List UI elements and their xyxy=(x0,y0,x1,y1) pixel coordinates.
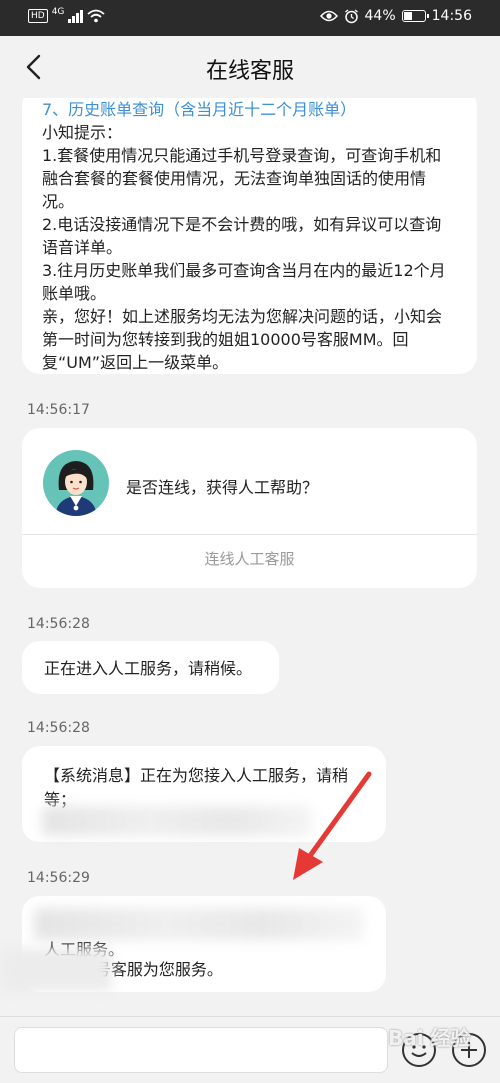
watermark: Bai 经验 xyxy=(388,1026,471,1050)
nav-bar: 在线客服 xyxy=(0,36,500,98)
menu-link-history-bill[interactable]: 7、历史账单查询（含当月近十二个月账单） xyxy=(42,98,457,121)
message-line: 1.套餐使用情况只能通过手机号登录查询，可查询手机和融合套餐的套餐使用情况，无法… xyxy=(42,146,442,211)
connect-agent-button[interactable]: 连线人工客服 xyxy=(22,534,477,588)
battery-percent: 44% xyxy=(364,8,396,24)
page-title: 在线客服 xyxy=(205,59,294,84)
message-line: 3.往月历史账单我们最多可查询含当月在内的最近12个月账单哦。 xyxy=(42,261,446,303)
wifi-icon xyxy=(87,9,105,23)
timestamp: 14:56:17 xyxy=(27,402,90,418)
network-type-label: 4G xyxy=(51,7,65,17)
transfer-card: 是否连线，获得人工帮助？ 连线人工客服 xyxy=(22,428,477,588)
timestamp: 14:56:28 xyxy=(27,616,90,632)
message-line: 亲，您好！如上述服务均无法为您解决问题的话，小知会第一时间为您转接到我的姐姐10… xyxy=(42,307,443,372)
message-input[interactable] xyxy=(14,1027,388,1073)
battery-icon xyxy=(401,10,429,22)
transfer-question: 是否连线，获得人工帮助？ xyxy=(126,478,319,497)
message-line: 小知提示： xyxy=(42,123,123,142)
status-left: HD 4G xyxy=(28,7,105,23)
message-line: 2.电话没接通情况下是不会计费的哦，如有异议可以查询语音详单。 xyxy=(42,215,442,257)
status-bar: HD 4G 44% 14:56 xyxy=(0,0,500,36)
bot-message: 正在进入人工服务，请稍候。 xyxy=(22,641,279,694)
agent-avatar-illustration xyxy=(55,461,97,516)
blurred-content xyxy=(42,806,312,836)
status-time: 14:56 xyxy=(431,8,472,24)
chat-area[interactable]: 7、历史账单查询（含当月近十二个月账单） 小知提示： 1.套餐使用情况只能通过手… xyxy=(0,98,500,1016)
eye-icon xyxy=(319,10,338,22)
agent-message: 人工服务。 27142号客服为您服务。 xyxy=(0,896,386,992)
status-right: 44% 14:56 xyxy=(319,8,472,24)
timestamp: 14:56:29 xyxy=(27,870,90,886)
alarm-icon xyxy=(344,8,358,23)
red-arrow-annotation xyxy=(293,771,372,880)
agent-avatar xyxy=(43,450,109,516)
hd-icon: HD xyxy=(28,9,48,23)
timestamp: 14:56:28 xyxy=(27,720,90,736)
blurred-content xyxy=(0,948,112,992)
bot-message: 7、历史账单查询（含当月近十二个月账单） 小知提示： 1.套餐使用情况只能通过手… xyxy=(22,98,477,374)
battery-fill xyxy=(403,12,412,20)
signal-icon xyxy=(68,9,84,23)
